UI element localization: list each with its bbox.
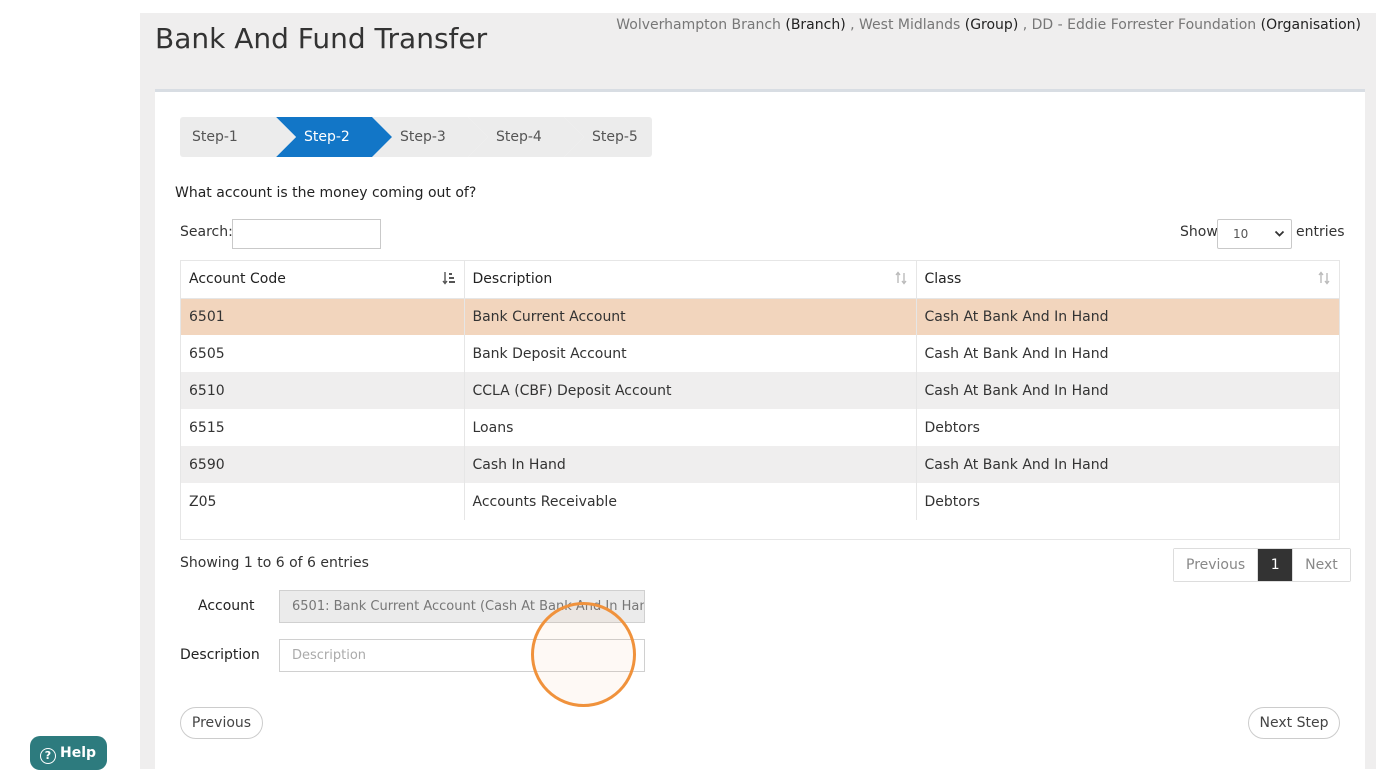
organisation-name: DD - Eddie Forrester Foundation bbox=[1031, 17, 1257, 33]
pagination: Previous 1 Next bbox=[1173, 548, 1351, 582]
question-icon: ? bbox=[40, 748, 56, 764]
search-input[interactable] bbox=[232, 219, 381, 249]
organisation-context: Wolverhampton Branch (Branch) , West Mid… bbox=[616, 17, 1361, 33]
description-label: Description bbox=[180, 647, 260, 663]
column-header-account-code[interactable]: Account Code bbox=[181, 261, 465, 299]
cell-class: Cash At Bank And In Hand bbox=[916, 335, 1339, 372]
question-text: What account is the money coming out of? bbox=[175, 185, 477, 201]
cell-description: Bank Current Account bbox=[464, 298, 917, 335]
cell-class: Cash At Bank And In Hand bbox=[916, 372, 1339, 409]
cell-account-code: 6505 bbox=[181, 335, 465, 372]
cell-description: Loans bbox=[464, 409, 917, 446]
account-field: 6501: Bank Current Account (Cash At Bank… bbox=[279, 590, 645, 623]
table-row[interactable]: 6510 CCLA (CBF) Deposit Account Cash At … bbox=[181, 372, 1339, 409]
step-1[interactable]: Step-1 bbox=[180, 117, 296, 157]
branch-tag: (Branch) bbox=[785, 17, 846, 33]
help-button[interactable]: ? Help bbox=[30, 736, 107, 770]
group-name: West Midlands bbox=[859, 17, 961, 33]
table-info: Showing 1 to 6 of 6 entries bbox=[180, 555, 369, 571]
cell-class: Debtors bbox=[916, 409, 1339, 446]
organisation-tag: (Organisation) bbox=[1260, 17, 1361, 33]
column-header-description[interactable]: Description bbox=[464, 261, 917, 299]
wizard-steps: Step-1 Step-2 Step-3 Step-4 Step-5 bbox=[180, 117, 652, 157]
sort-icon bbox=[1317, 271, 1331, 289]
cell-account-code: 6510 bbox=[181, 372, 465, 409]
cell-class: Cash At Bank And In Hand bbox=[916, 446, 1339, 483]
cell-class: Debtors bbox=[916, 483, 1339, 520]
entries-label: entries bbox=[1296, 224, 1345, 240]
next-step-button[interactable]: Next Step bbox=[1248, 707, 1340, 739]
chevron-down-icon bbox=[1274, 221, 1285, 257]
separator: , bbox=[1022, 17, 1028, 33]
branch-name: Wolverhampton Branch bbox=[616, 17, 781, 33]
sort-ascending-icon bbox=[441, 271, 456, 289]
cell-class: Cash At Bank And In Hand bbox=[916, 298, 1339, 335]
entries-select-value: 10 bbox=[1233, 227, 1249, 241]
pagination-page-1[interactable]: 1 bbox=[1258, 549, 1293, 581]
cell-account-code: 6515 bbox=[181, 409, 465, 446]
description-input[interactable] bbox=[279, 639, 645, 672]
entries-select[interactable]: 10 bbox=[1217, 219, 1292, 249]
page-title: Bank And Fund Transfer bbox=[155, 22, 488, 55]
group-tag: (Group) bbox=[964, 17, 1019, 33]
cell-account-code: Z05 bbox=[181, 483, 465, 520]
column-header-class[interactable]: Class bbox=[916, 261, 1339, 299]
table-row[interactable]: Z05 Accounts Receivable Debtors bbox=[181, 483, 1339, 520]
cell-description: Accounts Receivable bbox=[464, 483, 917, 520]
previous-button[interactable]: Previous bbox=[180, 707, 263, 739]
table-row[interactable]: 6590 Cash In Hand Cash At Bank And In Ha… bbox=[181, 446, 1339, 483]
cell-account-code: 6501 bbox=[181, 298, 465, 335]
accounts-table: Account Code Description Class 6501 Bank… bbox=[180, 260, 1340, 540]
table-row[interactable]: 6501 Bank Current Account Cash At Bank A… bbox=[181, 298, 1339, 335]
sort-icon bbox=[894, 271, 908, 289]
pagination-next[interactable]: Next bbox=[1292, 549, 1350, 581]
table-row[interactable]: 6505 Bank Deposit Account Cash At Bank A… bbox=[181, 335, 1339, 372]
help-label: Help bbox=[60, 745, 97, 761]
cell-account-code: 6590 bbox=[181, 446, 465, 483]
show-label: Show bbox=[1180, 224, 1218, 240]
cell-description: Cash In Hand bbox=[464, 446, 917, 483]
cell-description: Bank Deposit Account bbox=[464, 335, 917, 372]
search-label: Search: bbox=[180, 224, 233, 240]
pagination-previous[interactable]: Previous bbox=[1174, 549, 1259, 581]
separator: , bbox=[850, 17, 855, 33]
table-row[interactable]: 6515 Loans Debtors bbox=[181, 409, 1339, 446]
cell-description: CCLA (CBF) Deposit Account bbox=[464, 372, 917, 409]
account-label: Account bbox=[198, 598, 255, 614]
